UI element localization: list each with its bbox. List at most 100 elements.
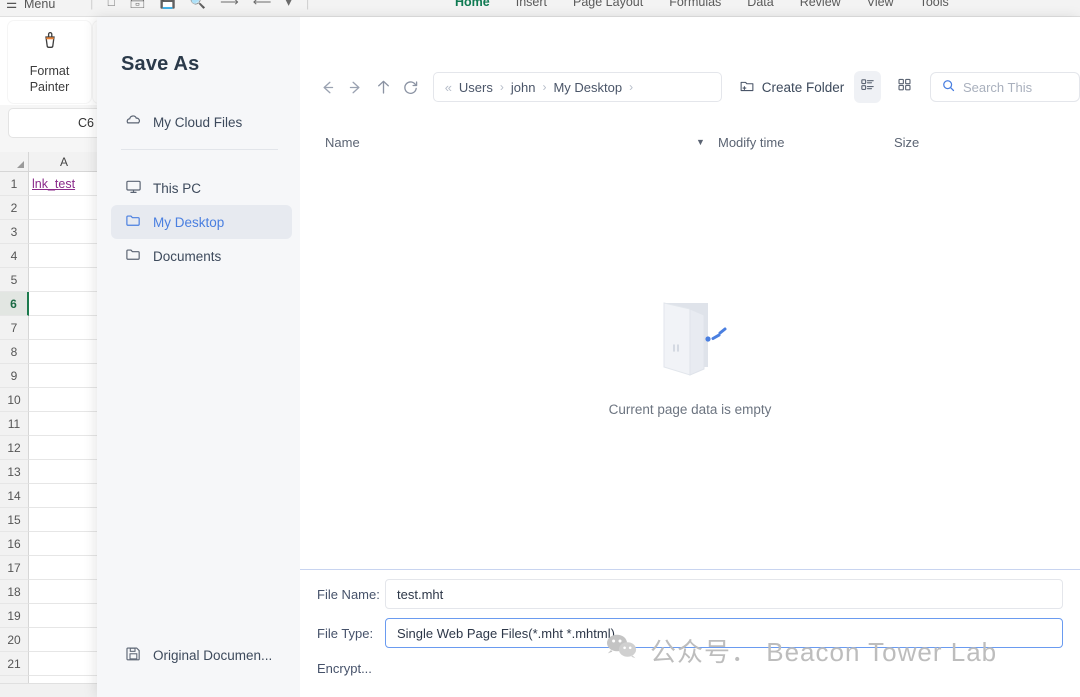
row-header-20[interactable]: 20 — [0, 628, 29, 652]
row-header-7[interactable]: 7 — [0, 316, 29, 340]
menu-button[interactable]: ☰ Menu — [6, 0, 55, 11]
forward-button[interactable] — [342, 71, 370, 103]
quick-access-toolbar: ☰ Menu | ⎕ 🗃 💾 🔍 ⟶ ⟵ ▾ | Home Insert Pag… — [0, 0, 1080, 16]
empty-state: Current page data is empty — [300, 297, 1080, 417]
cell-A1[interactable]: lnk_test — [29, 172, 100, 196]
tab-insert[interactable]: Insert — [516, 0, 547, 12]
cell-A10[interactable] — [29, 388, 100, 412]
file-type-select[interactable]: Single Web Page Files(*.mht *.mhtml) — [385, 618, 1063, 648]
search-icon — [941, 78, 956, 96]
tab-home[interactable]: Home — [455, 0, 490, 16]
file-type-value: Single Web Page Files(*.mht *.mhtml) — [397, 625, 615, 641]
cell-A15[interactable] — [29, 508, 100, 532]
cell-A19[interactable] — [29, 604, 100, 628]
sidebar-item-this-pc[interactable]: This PC — [111, 171, 292, 205]
format-painter-button[interactable]: Format Painter — [8, 21, 91, 103]
breadcrumb[interactable]: « Users › john › My Desktop › — [432, 72, 722, 102]
refresh-button[interactable] — [397, 71, 425, 103]
folder-icon — [125, 212, 142, 232]
cell-A18[interactable] — [29, 580, 100, 604]
breadcrumb-segment-john[interactable]: john — [511, 80, 536, 95]
row-header-6[interactable]: 6 — [0, 292, 29, 316]
sidebar-item-documents[interactable]: Documents — [111, 239, 292, 273]
spreadsheet-app: ☰ Menu | ⎕ 🗃 💾 🔍 ⟶ ⟵ ▾ | Home Insert Pag… — [0, 0, 1080, 697]
tab-page-layout[interactable]: Page Layout — [573, 0, 643, 12]
tab-review[interactable]: Review — [800, 0, 841, 12]
name-box[interactable]: C6 — [8, 108, 104, 138]
row-header-12[interactable]: 12 — [0, 436, 29, 460]
open-icon[interactable]: 🗃 — [129, 0, 146, 10]
create-folder-label: Create Folder — [761, 79, 845, 95]
print-preview-icon[interactable]: 🔍 — [190, 0, 206, 10]
sort-descending-icon[interactable]: ▼ — [696, 137, 705, 147]
row-header-16[interactable]: 16 — [0, 532, 29, 556]
tab-tools[interactable]: Tools — [920, 0, 949, 12]
grid-view-button[interactable] — [891, 71, 918, 103]
cell-A9[interactable] — [29, 364, 100, 388]
tab-formulas[interactable]: Formulas — [669, 0, 721, 12]
search-placeholder: Search This — [962, 79, 1033, 95]
menu-label: Menu — [24, 0, 56, 11]
row-header-21[interactable]: 21 — [0, 652, 29, 676]
cell-A3[interactable] — [29, 220, 100, 244]
breadcrumb-segment-users[interactable]: Users — [459, 80, 493, 95]
sidebar-item-my-cloud-files[interactable]: My Cloud Files — [111, 105, 292, 139]
row-header-8[interactable]: 8 — [0, 340, 29, 364]
tab-data[interactable]: Data — [747, 0, 773, 12]
cell-A20[interactable] — [29, 628, 100, 652]
row-header-13[interactable]: 13 — [0, 460, 29, 484]
row-header-18[interactable]: 18 — [0, 580, 29, 604]
cell-A12[interactable] — [29, 436, 100, 460]
row-header-10[interactable]: 10 — [0, 388, 29, 412]
back-button[interactable] — [314, 71, 342, 103]
up-button[interactable] — [369, 71, 397, 103]
column-header-name[interactable]: Name — [325, 135, 360, 150]
dropdown-icon[interactable]: ▾ — [285, 0, 292, 10]
undo-icon[interactable]: ⟶ — [220, 0, 239, 10]
row-header-2[interactable]: 2 — [0, 196, 29, 220]
cell-A2[interactable] — [29, 196, 100, 220]
list-view-button[interactable] — [854, 71, 882, 103]
sidebar-item-my-desktop[interactable]: My Desktop — [111, 205, 292, 239]
search-input[interactable]: Search This — [929, 72, 1080, 102]
row-header-14[interactable]: 14 — [0, 484, 29, 508]
column-header-a[interactable]: A — [29, 152, 100, 172]
row-header-1[interactable]: 1 — [0, 172, 29, 196]
row-header-17[interactable]: 17 — [0, 556, 29, 580]
name-box-value: C6 — [78, 116, 94, 130]
column-header-modify-time[interactable]: Modify time — [718, 135, 784, 150]
row-header-9[interactable]: 9 — [0, 364, 29, 388]
row-header-11[interactable]: 11 — [0, 412, 29, 436]
column-header-size[interactable]: Size — [894, 135, 919, 150]
breadcrumb-segment-my-desktop[interactable]: My Desktop — [553, 80, 622, 95]
row-header-3[interactable]: 3 — [0, 220, 29, 244]
row-header-5[interactable]: 5 — [0, 268, 29, 292]
cell-A8[interactable] — [29, 340, 100, 364]
redo-icon[interactable]: ⟵ — [253, 0, 272, 10]
tab-view[interactable]: View — [867, 0, 894, 12]
cell-A4[interactable] — [29, 244, 100, 268]
breadcrumb-overflow[interactable]: « — [445, 80, 452, 95]
row-header-4[interactable]: 4 — [0, 244, 29, 268]
cell-hyperlink[interactable]: lnk_test — [32, 177, 75, 191]
create-folder-button[interactable]: Create Folder — [739, 78, 845, 97]
chevron-right-icon: › — [499, 80, 504, 94]
cell-A7[interactable] — [29, 316, 100, 340]
cell-A17[interactable] — [29, 556, 100, 580]
cell-A16[interactable] — [29, 532, 100, 556]
save-icon[interactable]: 💾 — [160, 0, 176, 10]
cell-A14[interactable] — [29, 484, 100, 508]
cell-A5[interactable] — [29, 268, 100, 292]
cell-A6[interactable] — [29, 292, 100, 316]
sidebar-item-original-document[interactable]: Original Documen... — [111, 645, 272, 665]
file-name-field[interactable]: test.mht — [385, 579, 1063, 609]
cell-A13[interactable] — [29, 460, 100, 484]
select-all-corner[interactable] — [0, 152, 29, 172]
row-header-15[interactable]: 15 — [0, 508, 29, 532]
cell-A11[interactable] — [29, 412, 100, 436]
chevron-right-icon[interactable]: › — [629, 80, 633, 94]
cell-A21[interactable] — [29, 652, 100, 676]
encrypt-label[interactable]: Encrypt... — [317, 661, 385, 676]
new-icon[interactable]: ⎕ — [107, 0, 115, 10]
row-header-19[interactable]: 19 — [0, 604, 29, 628]
